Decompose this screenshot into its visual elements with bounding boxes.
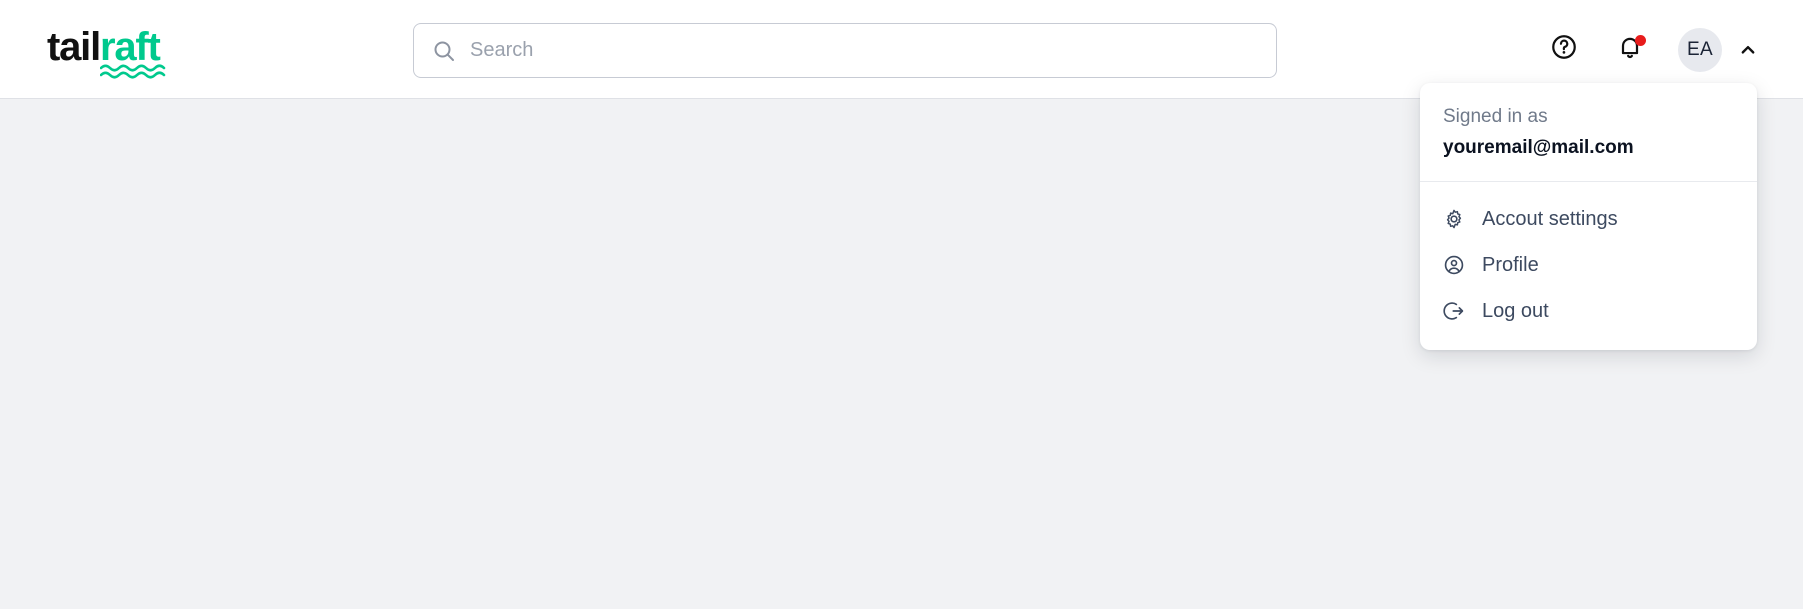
menu-item-label: Log out bbox=[1482, 300, 1549, 322]
brand-logo[interactable]: tail raft bbox=[47, 25, 166, 79]
signed-in-email: youremail@mail.com bbox=[1443, 137, 1634, 158]
search-container[interactable] bbox=[413, 23, 1277, 78]
chevron-up-icon[interactable] bbox=[1738, 40, 1758, 60]
signed-in-label: Signed in as bbox=[1443, 106, 1548, 127]
menu-item-label: Profile bbox=[1482, 254, 1539, 276]
account-dropdown-list: Accout settings Profile Log out bbox=[1420, 182, 1757, 350]
account-dropdown-menu: Signed in as youremail@mail.com Accout s… bbox=[1420, 83, 1757, 350]
help-circle-icon bbox=[1550, 33, 1578, 66]
account-dropdown-header: Signed in as youremail@mail.com bbox=[1420, 83, 1757, 182]
notifications-button[interactable] bbox=[1612, 32, 1648, 68]
menu-item-log-out[interactable]: Log out bbox=[1420, 288, 1757, 334]
notification-badge-dot bbox=[1635, 34, 1646, 46]
user-circle-icon bbox=[1443, 254, 1465, 276]
logo-text-tail: tail bbox=[47, 25, 101, 69]
gear-icon bbox=[1443, 208, 1465, 230]
help-button[interactable] bbox=[1546, 32, 1582, 68]
menu-item-profile[interactable]: Profile bbox=[1420, 242, 1757, 288]
menu-item-account-settings[interactable]: Accout settings bbox=[1420, 196, 1757, 242]
wave-icon bbox=[100, 64, 166, 79]
logo-raft-wrapper: raft bbox=[100, 27, 166, 79]
search-input[interactable] bbox=[470, 35, 1230, 66]
avatar[interactable]: EA bbox=[1678, 27, 1722, 72]
menu-item-label: Accout settings bbox=[1482, 208, 1618, 230]
account-menu-toggle[interactable]: EA bbox=[1678, 27, 1758, 72]
logout-icon bbox=[1443, 300, 1465, 322]
search-icon bbox=[432, 39, 456, 63]
